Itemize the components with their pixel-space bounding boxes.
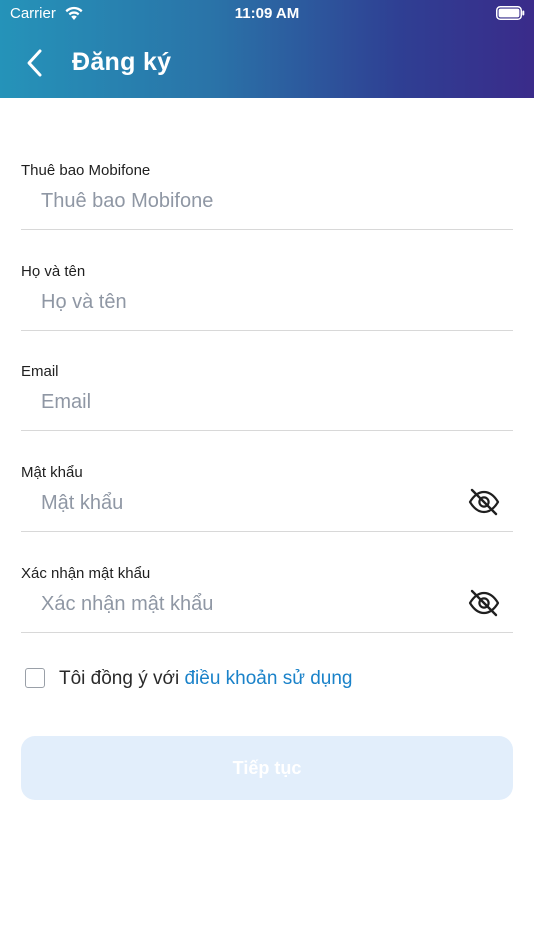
phone-label: Thuê bao Mobifone <box>21 162 151 179</box>
terms-checkbox[interactable] <box>25 668 45 688</box>
phone-input[interactable] <box>41 183 461 219</box>
app-header: Carrier 11:09 AM Đăng ký <box>0 0 534 98</box>
battery-icon <box>496 6 525 20</box>
confirm-password-label: Xác nhận mật khẩu <box>21 565 151 582</box>
fullname-label: Họ và tên <box>21 263 86 280</box>
email-field: Email <box>21 362 513 432</box>
page-title: Đăng ký <box>72 48 172 76</box>
password-input[interactable] <box>41 485 461 521</box>
status-bar: Carrier 11:09 AM <box>0 0 534 30</box>
fullname-input[interactable] <box>41 284 461 320</box>
eye-off-icon[interactable] <box>467 586 501 620</box>
phone-field: Thuê bao Mobifone <box>21 161 513 231</box>
terms-text: Tôi đồng ý với điều khoản sử dụng <box>59 667 352 691</box>
terms-prefix: Tôi đồng ý với <box>59 668 185 689</box>
continue-button[interactable]: Tiếp tục <box>21 736 513 800</box>
confirm-password-underline <box>21 632 513 633</box>
phone-underline <box>21 229 513 230</box>
back-button[interactable] <box>18 45 54 81</box>
password-label: Mật khẩu <box>21 464 83 481</box>
email-underline <box>21 430 513 431</box>
password-field: Mật khẩu <box>21 463 513 533</box>
fullname-field: Họ và tên <box>21 262 513 332</box>
password-underline <box>21 531 513 532</box>
status-time: 11:09 AM <box>234 5 300 22</box>
eye-off-icon[interactable] <box>467 485 501 519</box>
email-input[interactable] <box>41 384 461 420</box>
email-label: Email <box>21 363 59 380</box>
confirm-password-field: Xác nhận mật khẩu <box>21 564 513 634</box>
terms-link[interactable]: điều khoản sử dụng <box>184 668 352 689</box>
terms-agreement-row: Tôi đồng ý với điều khoản sử dụng <box>25 667 505 693</box>
fullname-underline <box>21 330 513 331</box>
confirm-password-input[interactable] <box>41 586 461 622</box>
